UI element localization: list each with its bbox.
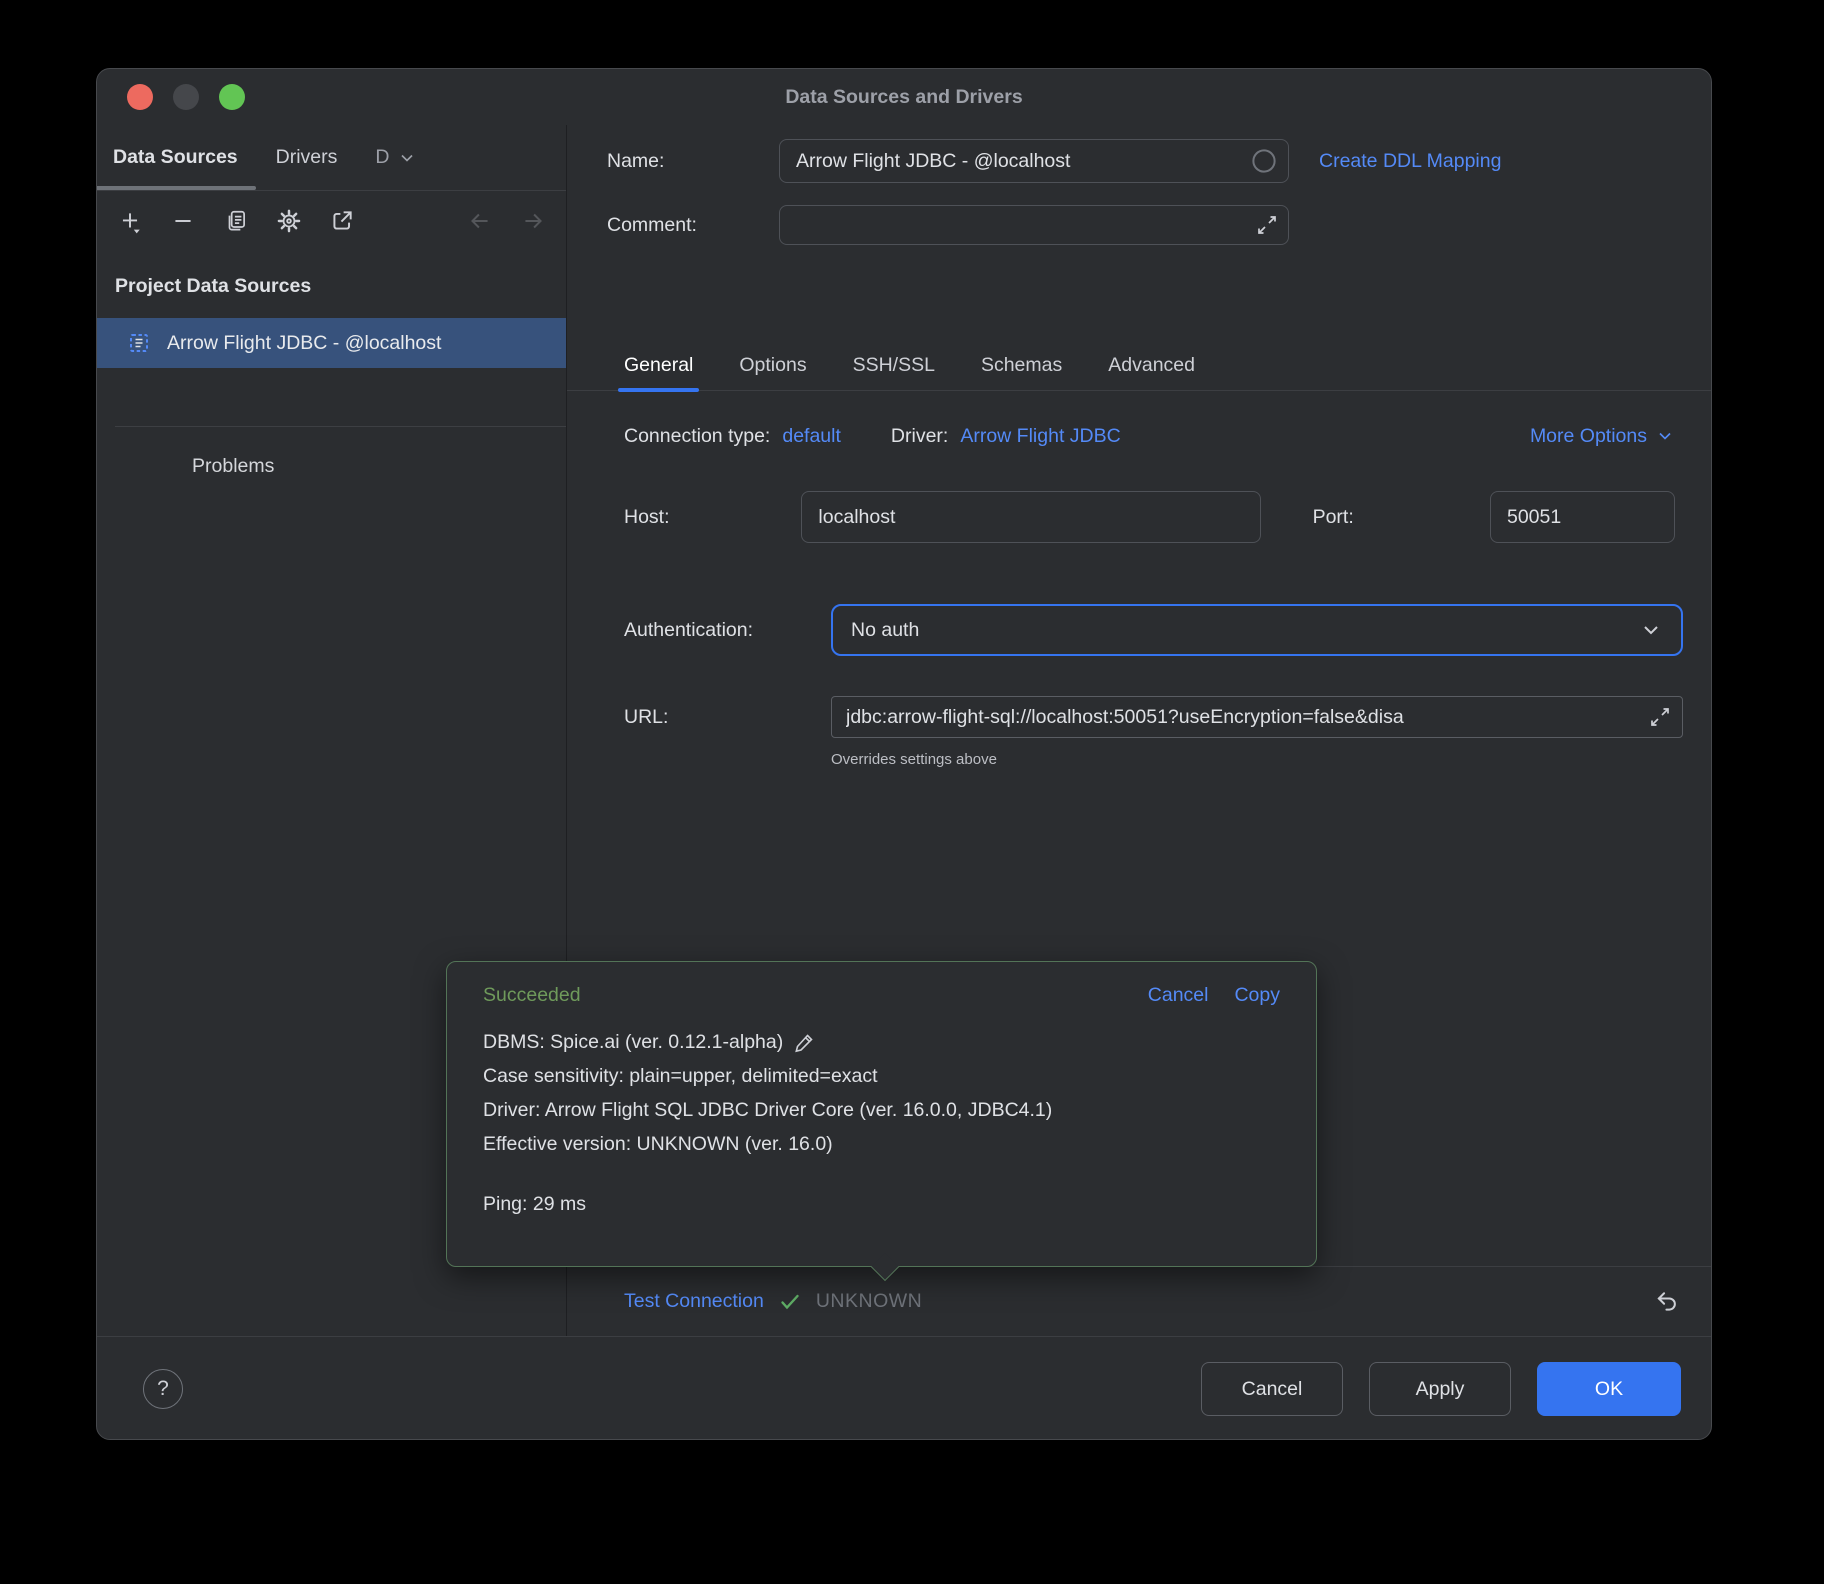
project-data-sources-header: Project Data Sources <box>97 251 566 310</box>
ok-button[interactable]: OK <box>1537 1362 1681 1416</box>
data-source-table-icon <box>127 331 151 355</box>
authentication-label: Authentication: <box>624 619 831 642</box>
chevron-down-icon <box>1639 618 1663 642</box>
sidebar-item-problems[interactable]: Problems <box>97 427 566 478</box>
tab-schemas[interactable]: Schemas <box>981 341 1062 390</box>
help-button[interactable]: ? <box>143 1369 183 1409</box>
check-icon <box>778 1290 802 1314</box>
tab-options[interactable]: Options <box>739 341 806 390</box>
driver-value-link[interactable]: Arrow Flight JDBC <box>960 425 1120 448</box>
port-label: Port: <box>1313 506 1490 529</box>
test-status-text: UNKNOWN <box>816 1290 922 1313</box>
tab-ssh-ssl[interactable]: SSH/SSL <box>853 341 935 390</box>
status-succeeded: Succeeded <box>483 984 581 1007</box>
data-sources-dialog: Data Sources and Drivers Data Sources Dr… <box>96 68 1712 1440</box>
traffic-lights <box>127 69 245 125</box>
url-input[interactable]: jdbc:arrow-flight-sql://localhost:50051?… <box>831 696 1683 738</box>
more-options-link[interactable]: More Options <box>1530 425 1675 448</box>
expand-icon[interactable] <box>1255 213 1279 237</box>
test-connection-link[interactable]: Test Connection <box>624 1290 764 1313</box>
effective-version-line: Effective version: UNKNOWN (ver. 16.0) <box>483 1127 1280 1161</box>
title-bar: Data Sources and Drivers <box>97 69 1711 125</box>
authentication-select[interactable]: No auth <box>831 604 1683 656</box>
create-ddl-mapping-link[interactable]: Create DDL Mapping <box>1319 150 1501 173</box>
tab-overflow[interactable]: D <box>375 125 417 190</box>
close-window-button[interactable] <box>127 84 153 110</box>
chevron-down-icon <box>1655 426 1675 446</box>
apply-button[interactable]: Apply <box>1369 1362 1511 1416</box>
zoom-window-button[interactable] <box>219 84 245 110</box>
gear-icon[interactable] <box>276 208 302 234</box>
driver-line: Driver: Arrow Flight SQL JDBC Driver Cor… <box>483 1093 1280 1127</box>
remove-icon[interactable] <box>170 208 196 234</box>
minimize-window-button[interactable] <box>173 84 199 110</box>
url-value: jdbc:arrow-flight-sql://localhost:50051?… <box>846 706 1404 729</box>
url-label: URL: <box>624 706 831 729</box>
cancel-button[interactable]: Cancel <box>1201 1362 1343 1416</box>
connection-type-value-link[interactable]: default <box>782 425 841 448</box>
duplicate-icon[interactable] <box>223 208 249 234</box>
name-label: Name: <box>607 150 779 173</box>
tab-general[interactable]: General <box>624 341 693 390</box>
edit-pencil-icon[interactable] <box>793 1030 817 1054</box>
data-source-item-label: Arrow Flight JDBC - @localhost <box>167 332 441 355</box>
sidebar-toolbar <box>97 191 566 251</box>
chevron-down-icon <box>397 148 417 168</box>
forward-icon[interactable] <box>520 208 546 234</box>
host-label: Host: <box>624 506 801 529</box>
tab-drivers[interactable]: Drivers <box>276 125 338 190</box>
comment-input[interactable] <box>779 205 1289 245</box>
test-connection-row: Test Connection UNKNOWN <box>567 1266 1711 1336</box>
ping-line: Ping: 29 ms <box>483 1193 1280 1216</box>
tab-advanced[interactable]: Advanced <box>1108 341 1195 390</box>
dbms-line: DBMS: Spice.ai (ver. 0.12.1-alpha) <box>483 1025 1280 1059</box>
name-input[interactable] <box>779 139 1289 183</box>
progress-circle-icon <box>1249 146 1279 176</box>
data-source-item[interactable]: Arrow Flight JDBC - @localhost <box>97 318 566 368</box>
host-input[interactable] <box>801 491 1260 543</box>
port-input[interactable] <box>1490 491 1675 543</box>
window-title: Data Sources and Drivers <box>785 86 1022 109</box>
undo-icon[interactable] <box>1653 1288 1681 1316</box>
driver-label: Driver: <box>891 425 948 448</box>
expand-icon[interactable] <box>1648 705 1672 729</box>
popup-cancel-link[interactable]: Cancel <box>1148 984 1209 1007</box>
add-icon[interactable] <box>117 208 143 234</box>
test-connection-result-popup: Succeeded Cancel Copy DBMS: Spice.ai (ve… <box>446 961 1317 1267</box>
back-icon[interactable] <box>467 208 493 234</box>
dialog-footer: ? Cancel Apply OK <box>97 1336 1711 1440</box>
tab-data-sources[interactable]: Data Sources <box>113 125 238 190</box>
settings-tab-bar: General Options SSH/SSL Schemas Advanced <box>567 341 1711 391</box>
open-in-new-icon[interactable] <box>329 208 355 234</box>
popup-copy-link[interactable]: Copy <box>1234 984 1280 1007</box>
case-sensitivity-line: Case sensitivity: plain=upper, delimited… <box>483 1059 1280 1093</box>
comment-label: Comment: <box>607 214 779 237</box>
authentication-value: No auth <box>851 619 919 642</box>
sidebar-tab-bar: Data Sources Drivers D <box>97 125 566 191</box>
connection-type-label: Connection type: <box>624 425 770 448</box>
url-caption: Overrides settings above <box>831 751 997 768</box>
